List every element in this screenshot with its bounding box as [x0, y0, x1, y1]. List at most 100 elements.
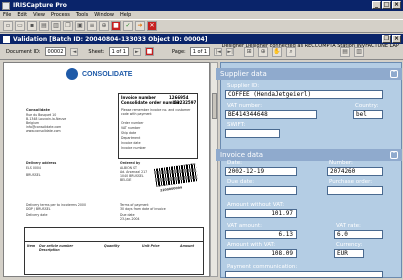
delete-sheet-icon[interactable]: ■	[144, 47, 154, 56]
zoom-in-icon[interactable]: ⊕	[258, 46, 269, 57]
print-icon[interactable]: ▤	[39, 21, 49, 31]
scan-icon[interactable]: ▥	[51, 21, 61, 31]
doc-close-icon[interactable]: ×	[392, 35, 401, 43]
ordered-line: BELGIE	[120, 178, 132, 182]
currency-field[interactable]: EUR	[334, 249, 364, 258]
stop-icon[interactable]: ■	[111, 21, 121, 31]
box-line: Ship date	[121, 131, 137, 135]
purchase-order-field[interactable]	[327, 186, 383, 195]
sender-name: Consolidate	[26, 108, 50, 112]
invoice-data-header: Invoice data	[216, 149, 402, 161]
ordered-label: Ordered by	[120, 161, 141, 165]
date-field[interactable]: 2002-12-19	[225, 167, 297, 176]
menu-file[interactable]: File	[3, 12, 11, 18]
number-field[interactable]: 2074260	[327, 167, 383, 176]
delivery-label: Delivery address	[26, 161, 57, 165]
layout-icon[interactable]: ▤	[340, 46, 351, 57]
table-header-unit-price: Unit Price	[142, 244, 160, 248]
country-label: Country:	[355, 103, 379, 109]
split-icon[interactable]: ▥	[354, 46, 365, 57]
delivery-line: ELS 0004	[26, 166, 41, 170]
consolidate-order-label: Consolidate order number	[121, 100, 181, 105]
validate-icon[interactable]: ✓	[123, 21, 133, 31]
vat-rate-field[interactable]: 6.0	[334, 230, 383, 239]
box-line: Order number	[121, 121, 144, 125]
paste-icon[interactable]: ▣	[75, 21, 85, 31]
country-field[interactable]: bel	[353, 110, 383, 119]
amount-without-vat-field[interactable]: 101.97	[225, 209, 297, 218]
terms-line: 30 days from date of invoice	[120, 207, 166, 211]
app-title: IRISCapture Pro	[13, 2, 67, 9]
menu-tools[interactable]: Tools	[76, 12, 88, 18]
save-icon[interactable]: ▪	[27, 21, 37, 31]
document-scrollbar[interactable]	[210, 62, 218, 277]
consolidate-order-number: 51232597	[174, 100, 197, 105]
menu-edit[interactable]: Edit	[17, 12, 27, 18]
payment-communication-field[interactable]	[225, 271, 383, 278]
barcode-image	[153, 163, 199, 187]
box-line: Department	[121, 136, 141, 140]
purchase-order-label: Purchase order:	[329, 179, 373, 185]
vat-number-label: VAT number:	[227, 103, 263, 109]
scrollbar-thumb[interactable]	[212, 93, 217, 119]
payment-line: Delivery date	[26, 213, 48, 217]
prev-doc-icon[interactable]: ◄	[70, 47, 79, 56]
doc-id-label: Document ID:	[6, 48, 41, 55]
doc-restore-icon[interactable]: ❐	[382, 35, 391, 43]
menu-process[interactable]: Process	[51, 12, 70, 18]
vat-amount-field[interactable]: 6.13	[225, 230, 297, 239]
page-field[interactable]: 1 of 1	[189, 47, 211, 56]
document-icon	[3, 35, 10, 43]
table-header-rule	[24, 241, 204, 242]
amount-with-vat-field[interactable]: 108.09	[225, 249, 297, 258]
close-icon[interactable]: ×	[392, 1, 401, 9]
minimize-icon[interactable]: _	[372, 1, 381, 9]
search-icon[interactable]: ⌕	[286, 46, 297, 57]
amount-without-vat-label: Amount without VAT:	[227, 202, 285, 208]
vat-amount-label: VAT amount:	[227, 223, 262, 229]
table-header-item: Item	[27, 244, 36, 248]
pan-icon[interactable]: ✋	[272, 46, 283, 57]
collapse-invoice-icon[interactable]: ⌃	[390, 151, 398, 159]
supplier-id-field[interactable]: COFFEE (HendaJetgeierl)	[225, 90, 383, 99]
sender-line: www.consolidate.com	[26, 129, 61, 133]
copy-icon[interactable]: ❐	[63, 21, 73, 31]
document-image[interactable]: CONSOLIDATE Consolidate Rue du Bosquet 1…	[3, 62, 210, 277]
table-header-quantity: Quantity	[104, 244, 120, 248]
document-title: Validation [Batch ID: 20040804-133033 Ob…	[13, 35, 208, 43]
page-last-icon[interactable]: ►|	[226, 47, 235, 56]
next-sheet-icon[interactable]: ►	[132, 47, 141, 56]
fit-page-icon[interactable]: ⊞	[244, 46, 255, 57]
vat-number-field[interactable]: BE414344648	[225, 110, 317, 119]
number-label: Number:	[329, 160, 353, 166]
properties-icon[interactable]: ≡	[87, 21, 97, 31]
box-line: Invoice date	[121, 141, 141, 145]
open-icon[interactable]: ▭	[15, 21, 25, 31]
doc-id-field[interactable]: 00002	[44, 47, 67, 56]
terms-line: 23-Jan-2004	[120, 217, 140, 221]
zoom-icon[interactable]: ⊕	[99, 21, 109, 31]
menu-help[interactable]: Help	[120, 12, 131, 18]
document-titlebar: Validation [Batch ID: 20040804-133033 Ob…	[0, 34, 403, 44]
vat-rate-label: VAT rate:	[336, 223, 361, 229]
sheet-field[interactable]: 1 of 1	[108, 47, 129, 56]
reject-icon[interactable]: ✕	[147, 21, 157, 31]
menu-window[interactable]: Window	[94, 12, 114, 18]
table-header-description: Description	[39, 248, 60, 252]
due-date-field[interactable]	[225, 186, 297, 195]
box-line: VAT number	[121, 126, 141, 130]
maximize-icon[interactable]: □	[382, 1, 391, 9]
payment-line: DDP / BRUSSEL	[26, 207, 51, 211]
app-titlebar: IRISCapture Pro _ □ ×	[0, 0, 403, 11]
due-date-label: Due date:	[227, 179, 255, 185]
page-label: Page:	[171, 48, 186, 55]
collapse-supplier-icon[interactable]: ⌃	[390, 70, 398, 78]
next-arrow-icon[interactable]: ➜	[135, 21, 145, 31]
date-label: Date:	[227, 160, 242, 166]
main-toolbar: ▫ ▭ ▪ ▤ ▥ ❐ ▣ ≡ ⊕ ■ ✓ ➜ ✕ Designer Desig…	[0, 19, 403, 49]
swift-field[interactable]	[225, 129, 280, 138]
menu-view[interactable]: View	[33, 12, 45, 18]
new-icon[interactable]: ▫	[3, 21, 13, 31]
logo-text: CONSOLIDATE	[82, 71, 133, 78]
page-first-icon[interactable]: |◄	[214, 47, 223, 56]
